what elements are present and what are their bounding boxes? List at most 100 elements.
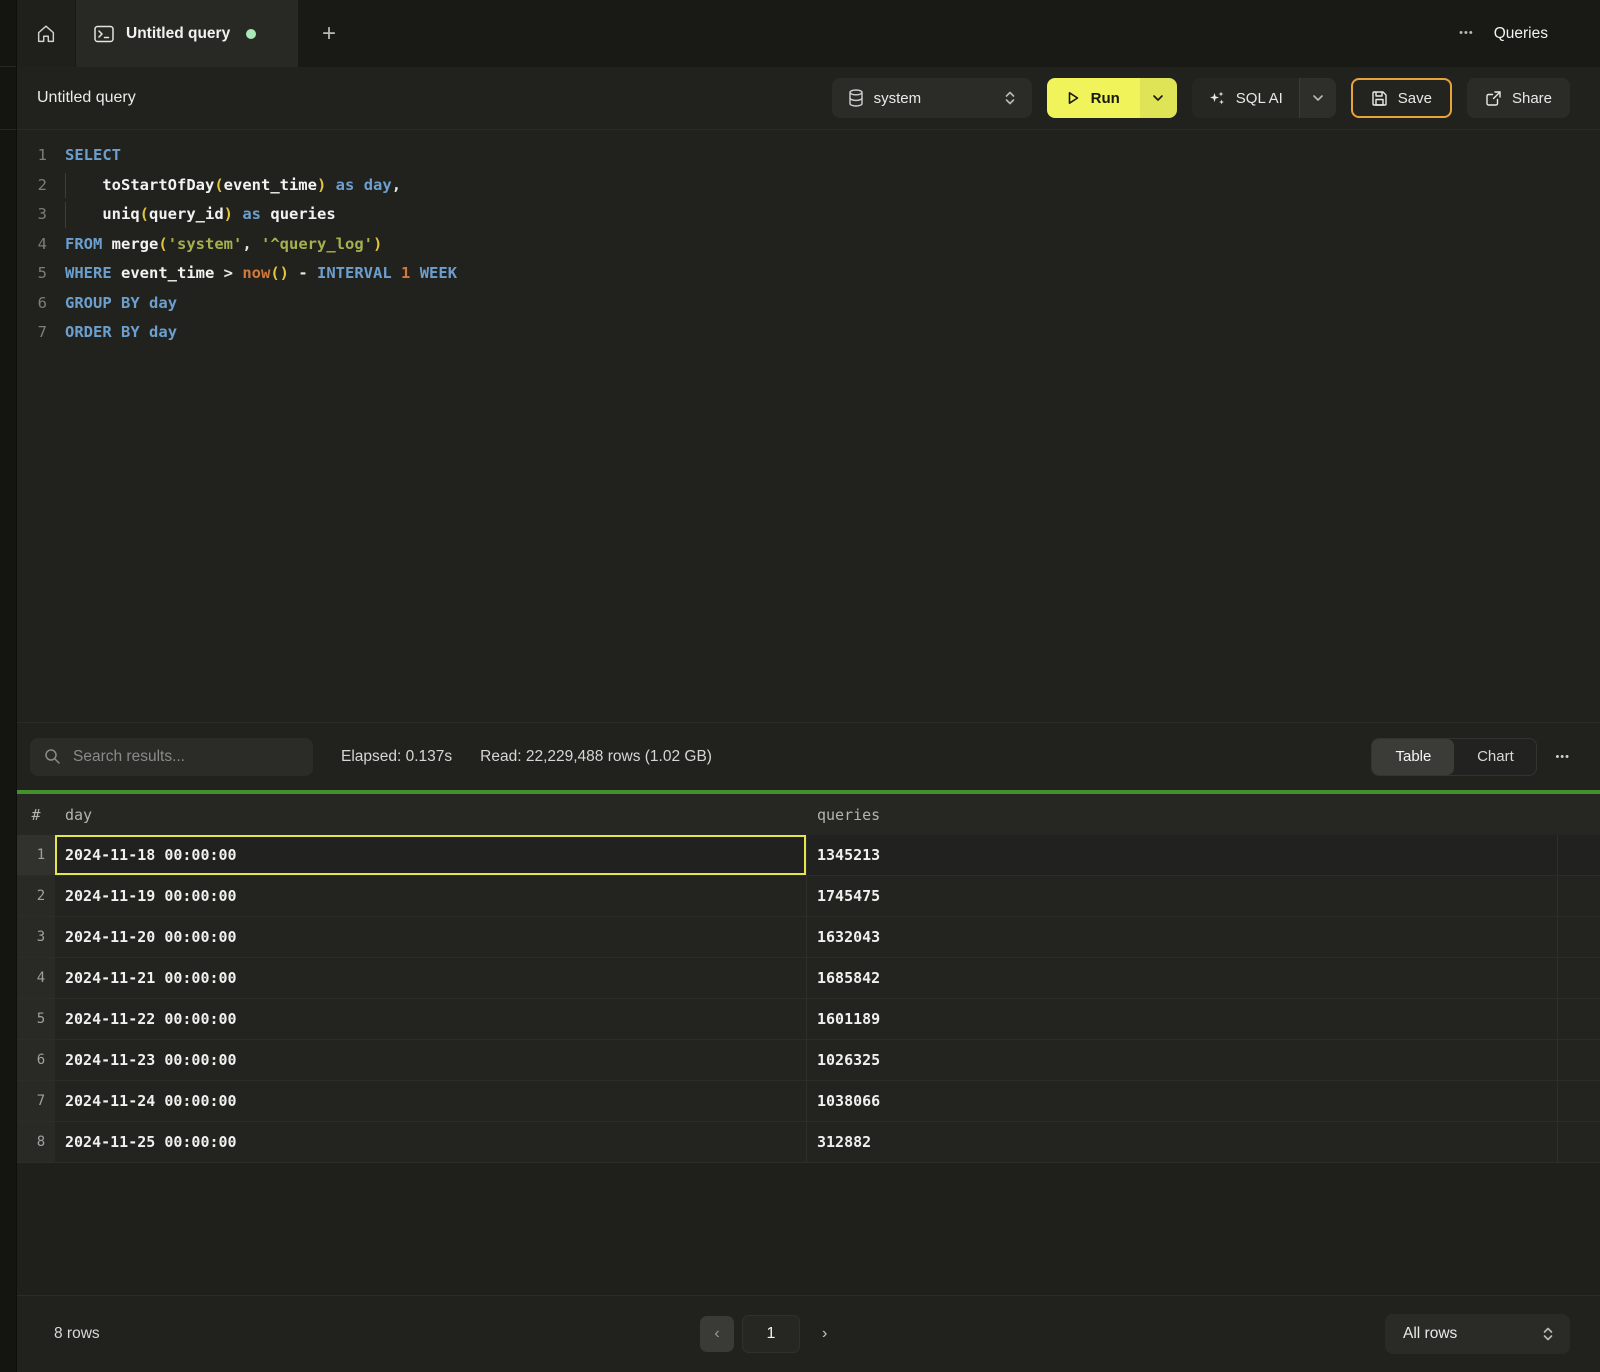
read-stat: Read: 22,229,488 rows (1.02 GB) [480,748,712,766]
results-toolbar: Elapsed: 0.137s Read: 22,229,488 rows (1… [17,722,1600,790]
day-cell[interactable]: 2024-11-25 00:00:00 [55,1122,807,1162]
run-options-button[interactable] [1140,78,1177,118]
prev-page-button[interactable]: ‹ [700,1316,734,1352]
filler-cell [1557,1040,1600,1080]
row-index-cell: 4 [17,958,55,998]
queries-cell[interactable]: 1038066 [807,1081,1557,1121]
code-text: WHERE event_time > now() - INTERVAL 1 WE… [65,259,457,289]
view-toggle: Table Chart [1371,738,1537,776]
row-index-cell: 6 [17,1040,55,1080]
code-line[interactable]: 6GROUP BY day [17,289,1600,319]
code-text: uniq(query_id) as queries [65,200,336,230]
code-line[interactable]: 7ORDER BY day [17,318,1600,348]
chevron-down-icon [1312,94,1324,102]
page-title: Untitled query [37,89,136,107]
database-selector[interactable]: system [832,78,1032,118]
indent-guide [65,173,66,199]
line-number: 1 [17,141,47,171]
queries-cell[interactable]: 1745475 [807,876,1557,916]
share-label: Share [1512,90,1552,107]
queries-cell[interactable]: 1632043 [807,917,1557,957]
results-footer: 8 rows ‹ 1 › All rows [17,1295,1600,1372]
save-icon [1371,90,1388,107]
run-button[interactable]: Run [1047,78,1140,118]
queries-cell[interactable]: 1685842 [807,958,1557,998]
row-index-cell: 8 [17,1122,55,1162]
view-table-button[interactable]: Table [1372,739,1454,775]
tab-bar-right: ••• Queries [1459,0,1600,67]
code-line[interactable]: 1SELECT [17,141,1600,171]
queries-cell[interactable]: 1601189 [807,999,1557,1039]
column-header-index: # [17,794,55,835]
filler-cell [1557,1081,1600,1121]
table-row: 22024-11-19 00:00:001745475 [17,876,1600,917]
day-cell[interactable]: 2024-11-21 00:00:00 [55,958,807,998]
line-number: 4 [17,230,47,260]
unsaved-changes-dot [246,29,256,39]
table-row: 82024-11-25 00:00:00312882 [17,1122,1600,1163]
filler-cell [1557,876,1600,916]
queries-cell[interactable]: 1345213 [807,835,1557,875]
header-actions: system Run [832,78,1570,118]
filler-cell [1557,917,1600,957]
tab-bar: Untitled query + ••• Queries [17,0,1600,67]
row-index-cell: 1 [17,835,55,875]
page-size-value: All rows [1403,1325,1457,1343]
row-index-cell: 2 [17,876,55,916]
results-more-icon[interactable]: ••• [1555,751,1570,763]
table-body: 12024-11-18 00:00:00134521322024-11-19 0… [17,835,1600,1163]
query-header: Untitled query system [17,67,1600,130]
next-page-button[interactable]: › [822,1325,827,1343]
home-button[interactable] [17,0,75,67]
main-area: Untitled query + ••• Queries Untitled qu… [17,0,1600,1372]
table-row: 62024-11-23 00:00:001026325 [17,1040,1600,1081]
queries-link[interactable]: Queries [1494,25,1548,43]
row-index-cell: 3 [17,917,55,957]
sql-ai-options-button[interactable] [1299,78,1336,118]
sql-console-app: Untitled query + ••• Queries Untitled qu… [0,0,1600,1372]
table-row: 42024-11-21 00:00:001685842 [17,958,1600,999]
database-icon [848,89,864,107]
updown-chevrons-icon [1004,90,1016,106]
day-cell[interactable]: 2024-11-23 00:00:00 [55,1040,807,1080]
left-rail [0,0,17,1372]
day-cell[interactable]: 2024-11-20 00:00:00 [55,917,807,957]
view-chart-button[interactable]: Chart [1454,739,1536,775]
more-menu-icon[interactable]: ••• [1459,28,1474,39]
queries-cell[interactable]: 1026325 [807,1040,1557,1080]
day-cell[interactable]: 2024-11-19 00:00:00 [55,876,807,916]
save-label: Save [1398,90,1432,107]
code-line[interactable]: 3 uniq(query_id) as queries [17,200,1600,230]
query-stats: Elapsed: 0.137s Read: 22,229,488 rows (1… [341,748,712,766]
row-index-cell: 7 [17,1081,55,1121]
line-number: 5 [17,259,47,289]
day-cell[interactable]: 2024-11-22 00:00:00 [55,999,807,1039]
elapsed-stat: Elapsed: 0.137s [341,748,452,766]
line-number: 6 [17,289,47,319]
new-tab-button[interactable]: + [298,0,360,67]
updown-chevrons-icon [1542,1326,1554,1342]
queries-cell[interactable]: 312882 [807,1122,1557,1162]
run-split-button: Run [1047,78,1177,118]
share-button[interactable]: Share [1467,78,1570,118]
tab-untitled-query[interactable]: Untitled query [76,0,298,67]
code-text: FROM merge('system', '^query_log') [65,230,382,260]
page-size-selector[interactable]: All rows [1385,1314,1570,1354]
terminal-icon [94,25,114,43]
sql-editor[interactable]: 1SELECT2 toStartOfDay(event_time) as day… [17,130,1600,722]
day-cell[interactable]: 2024-11-24 00:00:00 [55,1081,807,1121]
code-line[interactable]: 5 WHERE event_time > now() - INTERVAL 1 W… [17,259,1600,289]
save-button[interactable]: Save [1351,78,1452,118]
column-header-queries[interactable]: queries [807,794,1557,835]
current-page-button[interactable]: 1 [742,1315,800,1353]
left-rail-segment [0,67,16,130]
code-line[interactable]: 4 FROM merge('system', '^query_log') [17,230,1600,260]
sql-ai-button[interactable]: SQL AI [1192,78,1299,118]
results-search[interactable] [30,738,313,776]
table-row: 32024-11-20 00:00:001632043 [17,917,1600,958]
column-header-filler [1557,794,1600,835]
column-header-day[interactable]: day [55,794,807,835]
day-cell[interactable]: 2024-11-18 00:00:00 [55,835,807,875]
code-line[interactable]: 2 toStartOfDay(event_time) as day, [17,171,1600,201]
search-input[interactable] [73,748,299,766]
